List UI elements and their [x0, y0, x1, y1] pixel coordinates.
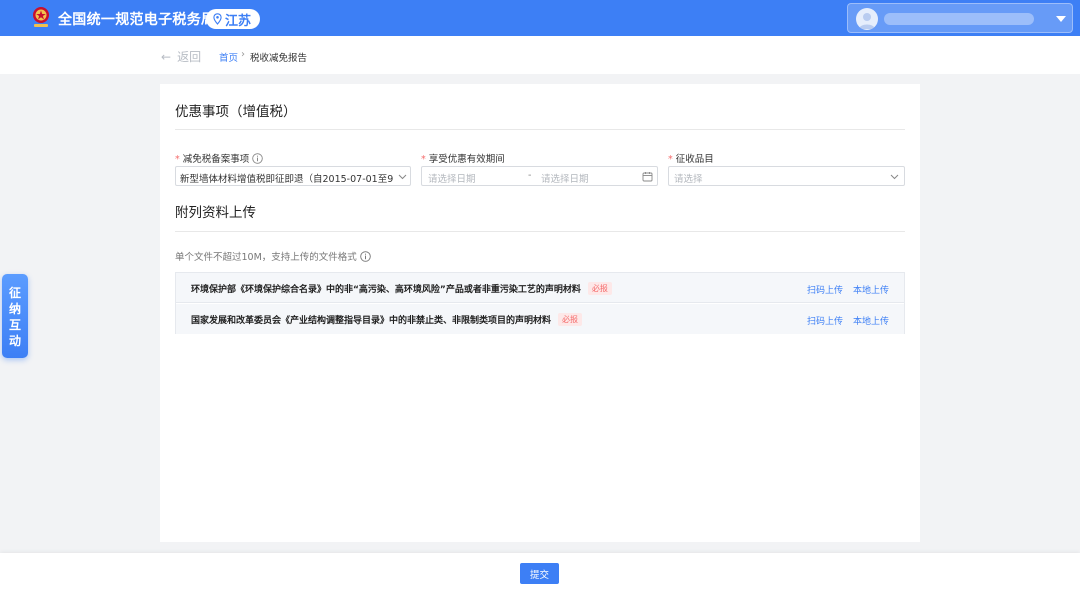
breadcrumb-home-link[interactable]: 首页: [219, 50, 238, 64]
local-upload-button[interactable]: 本地上传: [853, 283, 889, 296]
tax-emblem-icon: [33, 7, 49, 27]
field-label-filing-item: * 减免税备案事项: [175, 151, 264, 165]
avatar: [856, 8, 878, 30]
breadcrumb: ← 返回 首页 › 税收减免报告: [0, 36, 1080, 74]
local-upload-button[interactable]: 本地上传: [853, 314, 889, 327]
validity-date-range[interactable]: 请选择日期 - 请选择日期: [421, 166, 658, 186]
required-badge: 必报: [558, 313, 583, 326]
levy-item-placeholder: 请选择: [674, 174, 703, 185]
chevron-down-icon: [398, 174, 407, 180]
submit-button[interactable]: 提交: [520, 563, 559, 584]
back-label: 返回: [177, 50, 202, 64]
attachment-name: 环境保护部《环境保护综合名录》中的非“高污染、高环境风险”产品或者非重污染工艺的…: [191, 282, 612, 295]
required-mark: *: [668, 154, 673, 165]
section-title-attachments: 附列资料上传: [175, 205, 256, 221]
section-title-preferential: 优惠事项（增值税）: [175, 104, 297, 120]
upload-hint: 单个文件不超过10M，支持上传的文件格式: [175, 249, 371, 263]
back-button[interactable]: ← 返回: [161, 48, 201, 65]
info-icon[interactable]: [360, 251, 371, 262]
section-divider: [175, 129, 905, 130]
scan-upload-button[interactable]: 扫码上传: [807, 314, 843, 327]
info-icon[interactable]: [252, 153, 264, 164]
region-selector[interactable]: 江苏: [206, 9, 260, 29]
calendar-icon: [642, 172, 653, 182]
user-menu[interactable]: [847, 3, 1073, 33]
footer-bar: 提交: [0, 553, 1080, 595]
site-title: 全国统一规范电子税务局: [58, 12, 216, 28]
required-badge: 必报: [587, 282, 612, 295]
attachment-row: 环境保护部《环境保护综合名录》中的非“高污染、高环境风险”产品或者非重污染工艺的…: [176, 273, 904, 303]
user-avatar-icon: [859, 13, 875, 29]
attachment-table: 环境保护部《环境保护综合名录》中的非“高污染、高环境风险”产品或者非重污染工艺的…: [175, 272, 905, 334]
required-mark: *: [421, 154, 426, 165]
arrow-left-icon: ←: [161, 50, 172, 64]
float-button-label: 征纳互动: [8, 286, 21, 348]
levy-item-select[interactable]: 请选择: [668, 166, 905, 186]
field-label-levy-item: * 征收品目: [668, 154, 714, 165]
section-divider: [175, 231, 905, 232]
attachment-row: 国家发展和改革委员会《产业结构调整指导目录》中的非禁止类、非限制类项目的声明材料…: [176, 304, 904, 334]
scan-upload-button[interactable]: 扫码上传: [807, 283, 843, 296]
field-label-validity-period: * 享受优惠有效期间: [421, 154, 505, 165]
top-navigation-bar: 全国统一规范电子税务局 江苏: [0, 0, 1080, 36]
end-date-input[interactable]: 请选择日期: [541, 171, 589, 185]
chevron-down-icon: [1056, 16, 1066, 22]
location-pin-icon: [213, 13, 222, 25]
breadcrumb-separator: ›: [241, 49, 245, 60]
region-label: 江苏: [225, 14, 252, 29]
date-range-separator: -: [528, 170, 532, 181]
start-date-input[interactable]: 请选择日期: [428, 171, 476, 185]
breadcrumb-current: 税收减免报告: [250, 53, 308, 64]
filing-item-select[interactable]: 新型墙体材料增值税即征即退（自2015-07-01至9...: [175, 166, 411, 186]
user-name-masked: [884, 13, 1034, 25]
tax-interaction-float-button[interactable]: 征纳互动: [2, 274, 28, 358]
chevron-down-icon: [890, 174, 899, 180]
attachment-name: 国家发展和改革委员会《产业结构调整指导目录》中的非禁止类、非限制类项目的声明材料…: [191, 313, 583, 326]
filing-item-value: 新型墙体材料增值税即征即退（自2015-07-01至9...: [180, 174, 394, 185]
required-mark: *: [175, 154, 180, 165]
